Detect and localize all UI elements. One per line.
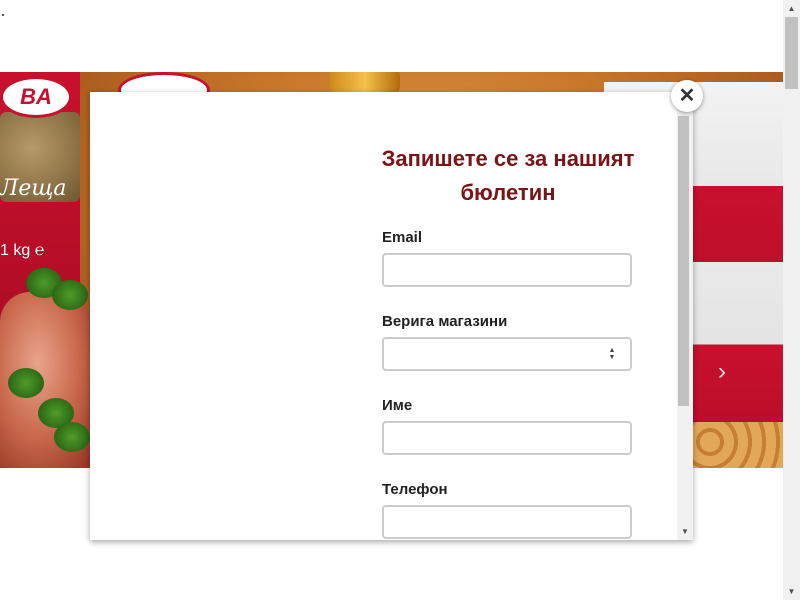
modal-scrollbar[interactable]: ▼ [677,92,693,540]
herb-image [54,422,90,452]
herb-image [52,280,88,310]
page-scrollbar[interactable]: ▲ ▼ [783,0,800,600]
product-weight: 1 kg ℮ [0,242,45,259]
close-icon[interactable]: ✕ [671,80,703,112]
modal-scroll-down-icon[interactable]: ▼ [677,526,693,538]
herb-image [8,368,44,398]
email-input[interactable] [382,253,632,287]
phone-input[interactable] [382,505,632,539]
name-label: Име [382,397,413,414]
email-label: Email [382,229,423,246]
page-scrollbar-thumb[interactable] [785,17,798,89]
store-chain-label: Верига магазини [382,313,508,330]
biscuits-image [690,422,783,468]
product-label: Леща [0,176,67,201]
newsletter-modal: Запишете се за нашият бюлетин Email Вери… [90,92,693,540]
chevron-right-icon[interactable]: › [712,358,732,386]
phone-label: Телефон [382,481,448,498]
select-arrows-icon: ▲ ▼ [608,347,616,361]
page-dot [2,14,4,16]
brand-logo-left: BA [0,76,72,118]
page: BA Леща 1 kg ℮ › Запишете се за нашият б… [0,0,800,600]
scroll-down-icon[interactable]: ▼ [783,583,800,600]
store-chain-select[interactable]: ▲ ▼ [382,337,632,371]
modal-scrollbar-thumb[interactable] [678,116,689,406]
name-input[interactable] [382,421,632,455]
scroll-up-icon[interactable]: ▲ [783,0,800,17]
newsletter-title: Запишете се за нашият бюлетин [381,146,635,205]
